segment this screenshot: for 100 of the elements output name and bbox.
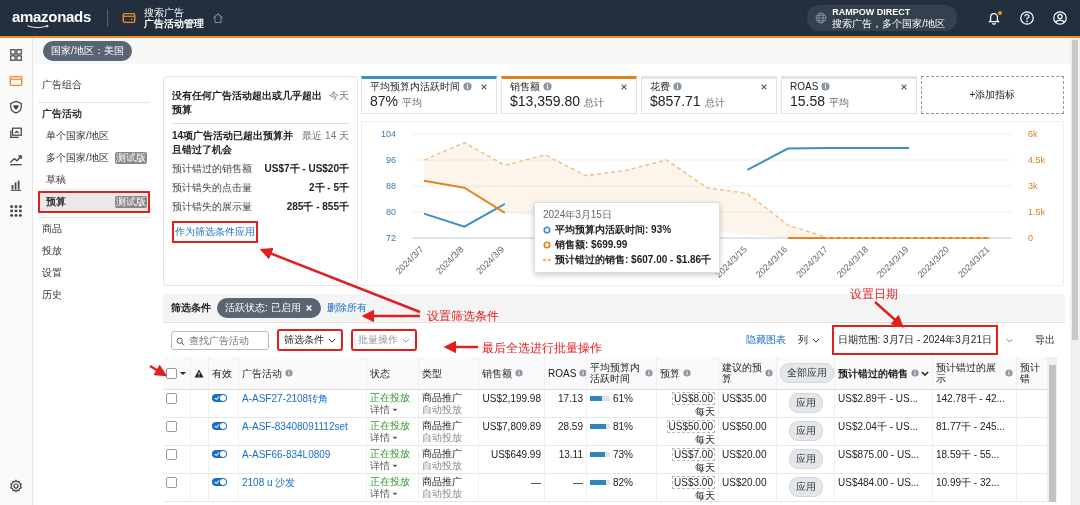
sidebar-item[interactable]: 历史	[38, 284, 150, 306]
wallet-icon[interactable]	[9, 74, 23, 88]
country-selector[interactable]: 国家/地区：美国	[43, 41, 132, 61]
column-header[interactable]: 预计错	[1020, 362, 1044, 384]
column-header[interactable]: ROAS	[548, 367, 577, 379]
metric-card[interactable]: 花费 $857.71 总计	[641, 76, 777, 114]
enable-toggle[interactable]	[212, 478, 227, 486]
campaign-link[interactable]: A-ASF27-2108转角	[242, 393, 329, 404]
column-header[interactable]: 状态	[370, 367, 390, 379]
metric-card[interactable]: 销售额 $13,359.80 总计	[501, 76, 637, 114]
details-dropdown[interactable]: 详情	[370, 488, 398, 499]
info-icon[interactable]	[821, 82, 831, 91]
info-icon[interactable]	[673, 82, 682, 91]
close-icon[interactable]	[480, 82, 488, 91]
info-icon[interactable]	[1005, 369, 1013, 377]
dashboard-icon[interactable]	[9, 48, 23, 62]
details-dropdown[interactable]: 详情	[370, 460, 398, 471]
breadcrumb-section[interactable]: 搜索广告	[144, 7, 204, 18]
caret-icon[interactable]	[179, 370, 187, 376]
metric-card[interactable]: 平均预算内活跃时间 87% 平均	[361, 76, 497, 114]
info-icon[interactable]	[645, 369, 653, 377]
metric-value: $857.71	[650, 93, 701, 109]
row-checkbox[interactable]	[166, 477, 177, 488]
column-header[interactable]: 预计错过的销售	[838, 367, 908, 379]
info-icon[interactable]	[463, 82, 472, 91]
column-header[interactable]: 建议的预算	[722, 362, 762, 384]
enable-toggle[interactable]	[212, 450, 227, 458]
media-icon[interactable]	[9, 126, 23, 140]
sort-caret-icon[interactable]	[921, 370, 929, 376]
shield-icon[interactable]	[9, 100, 23, 114]
sidebar-item[interactable]: 商品	[38, 217, 150, 240]
enable-toggle[interactable]	[212, 422, 227, 430]
budget-field[interactable]: US$50.00	[666, 420, 715, 433]
filter-dropdown[interactable]: 筛选条件	[277, 329, 343, 351]
estimate-label: 预计错失的展示量	[172, 200, 252, 214]
details-dropdown[interactable]: 详情	[370, 432, 398, 443]
info-icon[interactable]	[285, 369, 293, 377]
trend-icon[interactable]	[9, 152, 23, 166]
info-icon[interactable]	[579, 369, 586, 377]
search-field[interactable]: 查找广告活动	[171, 330, 269, 350]
sidebar-item[interactable]: 预算 测试版	[38, 191, 150, 213]
info-icon[interactable]	[515, 369, 523, 377]
column-header[interactable]: 平均预算内活跃时间	[590, 362, 642, 384]
column-header[interactable]: 销售额	[482, 367, 512, 379]
account-switcher[interactable]: RAMPOW DIRECT 搜索广告，多个国家/地区	[807, 5, 957, 31]
apply-button[interactable]: 应用	[788, 421, 823, 441]
column-header[interactable]: 预算	[660, 367, 680, 379]
apply-button[interactable]: 应用	[788, 477, 823, 497]
info-icon[interactable]	[543, 82, 552, 91]
apps-icon[interactable]	[9, 204, 23, 218]
apply-button[interactable]: 应用	[788, 449, 823, 469]
scrollbar[interactable]	[1048, 357, 1057, 502]
bell-icon[interactable]	[986, 10, 1002, 26]
close-icon[interactable]	[900, 82, 908, 91]
user-icon[interactable]	[1052, 10, 1068, 26]
column-header[interactable]: 预计错过的展示	[936, 362, 1002, 384]
logo[interactable]: amazonads	[12, 7, 93, 29]
filter-chip[interactable]: 活跃状态: 已启用	[217, 298, 321, 318]
enable-toggle[interactable]	[212, 394, 227, 402]
sidebar-item[interactable]: 草稿	[38, 169, 150, 191]
budget-field[interactable]: US$8.00	[672, 392, 715, 405]
campaign-link[interactable]: A-ASF-83408091112set	[242, 421, 348, 432]
details-dropdown[interactable]: 详情	[370, 404, 398, 415]
sidebar-item[interactable]: 投放	[38, 240, 150, 262]
arrow	[443, 340, 478, 354]
sidebar-item[interactable]: 设置	[38, 262, 150, 284]
budget-field[interactable]: US$7.00	[672, 448, 715, 461]
date-range-picker[interactable]: 日期范围: 3月7日 - 2024年3月21日	[831, 325, 998, 355]
sidebar-item[interactable]: 多个国家/地区 测试版	[38, 147, 150, 169]
column-header[interactable]: 广告活动	[242, 367, 282, 379]
apply-all-button[interactable]: 全部应用	[780, 363, 834, 383]
add-metric-button[interactable]: +添加指标	[921, 76, 1064, 114]
column-header[interactable]: 类型	[422, 367, 442, 379]
campaign-link[interactable]: 2108 u 沙发	[242, 477, 296, 488]
close-icon[interactable]	[620, 82, 628, 91]
apply-button[interactable]: 应用	[788, 393, 823, 413]
info-icon[interactable]	[765, 369, 773, 377]
columns-dropdown[interactable]: 列	[793, 330, 824, 350]
export-button[interactable]: 导出	[1031, 330, 1059, 350]
bar-chart-icon[interactable]	[9, 178, 23, 192]
scrollbar[interactable]	[1070, 38, 1080, 505]
row-checkbox[interactable]	[166, 421, 177, 432]
budget-field[interactable]: US$3.00	[672, 476, 715, 489]
sales-cell: US$649.99	[490, 449, 541, 460]
select-all-checkbox[interactable]	[166, 367, 177, 379]
hide-chart-link[interactable]: 隐藏图表	[745, 333, 786, 347]
row-checkbox[interactable]	[166, 449, 177, 460]
sidebar-item[interactable]: 广告组合	[38, 74, 150, 96]
column-header[interactable]: 有效	[212, 367, 232, 379]
apply-filter-link[interactable]: 作为筛选条件应用	[172, 221, 258, 243]
row-checkbox[interactable]	[166, 393, 177, 404]
home-icon[interactable]	[212, 12, 224, 24]
close-icon[interactable]	[760, 82, 768, 91]
settings-icon[interactable]	[9, 479, 23, 493]
sidebar-item[interactable]: 单个国家/地区	[38, 125, 150, 147]
info-icon[interactable]	[683, 369, 691, 377]
metric-card[interactable]: ROAS 15.58 平均	[781, 76, 917, 114]
campaign-link[interactable]: A-ASF66-834L0809	[242, 449, 331, 460]
help-icon[interactable]	[1019, 10, 1035, 26]
clear-all-link[interactable]: 删除所有	[326, 301, 367, 315]
